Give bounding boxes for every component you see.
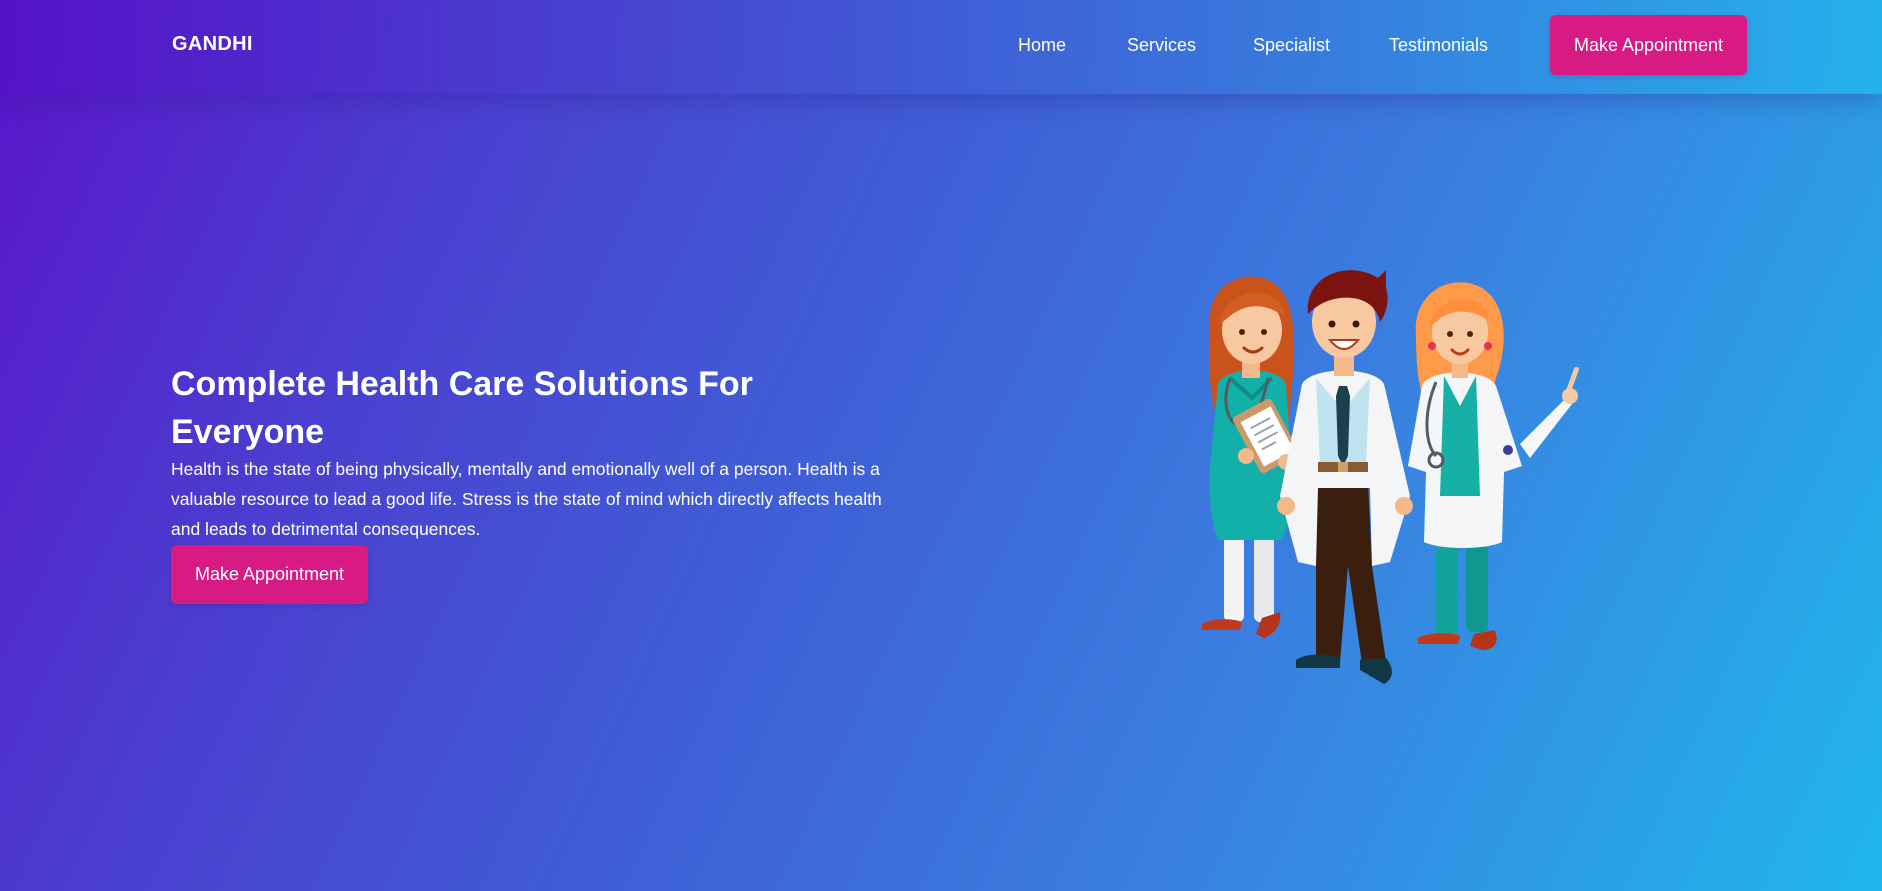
hero-title: Complete Health Care Solutions For Every… xyxy=(171,365,753,451)
nav-make-appointment-button[interactable]: Make Appointment xyxy=(1550,15,1747,75)
nav-link-testimonials[interactable]: Testimonials xyxy=(1389,35,1488,56)
hero-description: Health is the state of being physically,… xyxy=(171,459,882,539)
male-doctor-center-figure xyxy=(1277,270,1413,684)
nav-link-services[interactable]: Services xyxy=(1127,35,1196,56)
nav-link-specialist[interactable]: Specialist xyxy=(1253,35,1330,56)
doctors-illustration xyxy=(1202,270,1579,684)
female-doctor-left-figure xyxy=(1202,276,1300,638)
brand-logo[interactable]: GANDHI xyxy=(172,33,253,56)
nav-link-home[interactable]: Home xyxy=(1018,35,1066,56)
hero-make-appointment-button[interactable]: Make Appointment xyxy=(171,545,368,604)
navbar: GANDHI Home Services Specialist Testimon… xyxy=(0,0,1882,94)
female-doctor-right-figure xyxy=(1408,282,1579,650)
